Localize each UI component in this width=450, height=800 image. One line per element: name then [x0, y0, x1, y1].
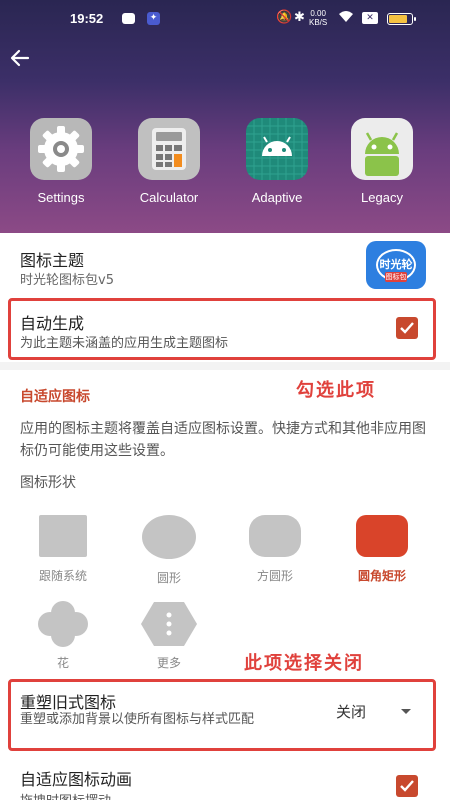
shape-option-system[interactable]: 跟随系统 — [28, 515, 98, 584]
shape-option-rounded-rect[interactable]: 圆角矩形 — [347, 515, 417, 584]
back-arrow-icon[interactable] — [8, 46, 32, 70]
adaptive-section-header: 自适应图标 — [20, 389, 90, 405]
gear-icon — [30, 118, 92, 180]
mute-icon: 🔕 — [276, 10, 293, 25]
preview-adaptive: Adaptive — [232, 118, 322, 205]
flower-shape-icon — [38, 601, 88, 647]
squircle-shape-icon — [249, 515, 301, 557]
battery-icon — [387, 13, 416, 25]
shape-label: 更多 — [156, 656, 181, 670]
icon-preview-header: 19:52 ✦ 🔕 ✱ 0.00 KB/S ✕ Settings Calcula… — [0, 0, 450, 233]
shape-option-circle[interactable]: 圆形 — [134, 515, 204, 586]
preview-label-settings: Settings — [37, 190, 85, 205]
shape-label: 花 — [56, 656, 69, 670]
circle-shape-icon — [142, 515, 196, 559]
icon-pack-text-top: 时光轮 — [379, 258, 413, 271]
shape-option-squircle[interactable]: 方圆形 — [240, 515, 310, 584]
sim-icon: ✕ — [362, 12, 378, 24]
shape-label: 方圆形 — [256, 569, 293, 583]
shape-label-selected: 圆角矩形 — [357, 569, 406, 583]
adaptive-animation-title: 自适应图标动画 — [20, 770, 133, 789]
icon-pack-text-bottom: 图标包 — [385, 272, 407, 282]
more-shape-icon — [141, 602, 197, 646]
adaptive-description: 应用的图标主题将覆盖自适应图标设置。快捷方式和其他非应用图标仍可能使用这些设置。 — [20, 421, 426, 459]
preview-calculator: Calculator — [124, 118, 214, 205]
network-speed: 0.00 KB/S — [309, 9, 328, 27]
bluetooth-icon: ✱ — [294, 10, 305, 25]
android-legacy-icon — [351, 118, 413, 180]
shape-option-flower[interactable]: 花 — [28, 600, 98, 671]
rounded-rect-shape-icon — [356, 515, 408, 557]
shape-option-more[interactable]: 更多 — [134, 600, 204, 671]
annotation-select-off: 此项选择关闭 — [244, 653, 364, 674]
assistant-app-icon: ✦ — [147, 12, 160, 25]
icon-theme-row[interactable]: 图标主题 时光轮图标包v5 时光轮 图标包 — [0, 233, 450, 297]
preview-label-legacy: Legacy — [361, 190, 403, 205]
battery-fill — [389, 15, 407, 23]
icon-theme-subtitle: 时光轮图标包v5 — [20, 273, 114, 288]
adaptive-animation-row[interactable]: 自适应图标动画 拖拽时图标摆动 — [0, 756, 450, 800]
icon-theme-title: 图标主题 — [20, 251, 85, 270]
status-bar: 19:52 ✦ 🔕 ✱ 0.00 KB/S ✕ — [0, 9, 450, 30]
shape-label: 跟随系统 — [38, 569, 87, 583]
adaptive-animation-checkbox[interactable] — [396, 775, 418, 797]
preview-settings: Settings — [16, 118, 106, 205]
shape-label: 圆形 — [156, 571, 181, 585]
preview-label-calculator: Calculator — [139, 190, 199, 205]
check-icon — [400, 780, 414, 792]
calculator-icon — [138, 118, 200, 180]
icon-shape-title: 图标形状 — [20, 475, 76, 491]
highlight-box-reshape-legacy — [8, 679, 436, 751]
message-app-icon — [122, 13, 135, 24]
section-spacer — [0, 362, 450, 370]
highlight-box-auto-generate — [8, 298, 436, 360]
adaptive-animation-subtitle: 拖拽时图标摆动 — [20, 790, 111, 800]
preview-legacy: Legacy — [337, 118, 427, 205]
android-icon — [246, 118, 308, 180]
status-time: 19:52 — [70, 11, 104, 26]
icon-pack-app-icon: 时光轮 图标包 — [366, 241, 426, 289]
square-shape-icon — [39, 515, 87, 557]
annotation-check-this: 勾选此项 — [296, 380, 376, 401]
wifi-icon — [338, 10, 354, 27]
preview-label-adaptive: Adaptive — [251, 190, 303, 205]
